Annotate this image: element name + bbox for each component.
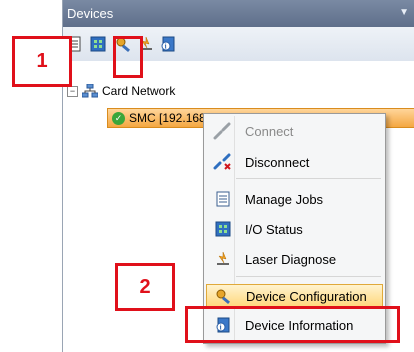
menu-item-laser-diagnose[interactable]: Laser Diagnose <box>206 247 383 271</box>
step-1-callout: 1 <box>12 36 72 87</box>
network-icon <box>82 84 98 98</box>
menu-item-label: I/O Status <box>245 221 303 237</box>
menu-separator <box>236 276 381 277</box>
manage-jobs-icon <box>216 191 230 207</box>
io-status-icon <box>215 221 231 237</box>
step-2-callout: 2 <box>115 263 175 311</box>
menu-separator <box>236 178 381 179</box>
step-1-highlight-box <box>113 36 143 78</box>
connect-icon <box>213 122 231 140</box>
device-information-icon[interactable]: i <box>159 35 177 53</box>
device-configuration-icon <box>216 289 231 305</box>
svg-text:i: i <box>165 43 167 51</box>
menu-item-label: Manage Jobs <box>245 191 324 207</box>
tree-node-card-network[interactable]: − Card Network <box>67 83 175 99</box>
menu-item-label: Device Configuration <box>246 288 367 304</box>
step-2-highlight-box <box>185 306 400 343</box>
menu-item-connect[interactable]: Connect <box>206 119 383 143</box>
tree-node-label: Card Network <box>102 84 176 98</box>
step-1-number: 1 <box>36 50 48 72</box>
panel-titlebar: Devices ▼ <box>63 0 414 27</box>
collapse-icon[interactable]: − <box>67 85 78 97</box>
panel-dropdown-icon[interactable]: ▼ <box>399 7 409 18</box>
menu-item-io-status[interactable]: I/O Status <box>206 217 383 241</box>
menu-item-disconnect[interactable]: Disconnect <box>206 150 383 174</box>
disconnect-icon <box>213 153 231 170</box>
step-2-number: 2 <box>139 275 151 298</box>
menu-item-label: Disconnect <box>245 154 310 170</box>
laser-diagnose-icon <box>217 251 229 265</box>
menu-item-label: Laser Diagnose <box>245 251 337 267</box>
menu-item-label: Connect <box>245 123 294 139</box>
io-status-icon[interactable] <box>89 35 107 53</box>
menu-item-device-configuration[interactable]: Device Configuration <box>206 284 383 308</box>
panel-title: Devices <box>67 6 114 21</box>
connected-check-icon: ✓ <box>112 111 125 125</box>
menu-item-manage-jobs[interactable]: Manage Jobs <box>206 187 383 211</box>
